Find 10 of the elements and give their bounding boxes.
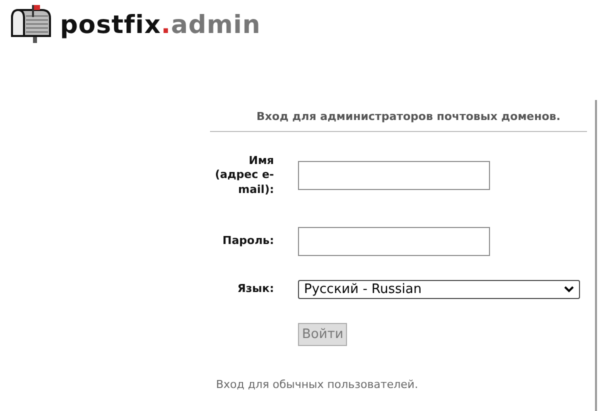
field-label: Пароль: xyxy=(222,234,274,249)
chevron-down-icon xyxy=(564,286,574,293)
email-field[interactable] xyxy=(298,160,490,190)
login-title: Вход для администраторов почтовых доменов. xyxy=(256,110,562,125)
field-label: Язык: xyxy=(236,282,274,297)
user-login-link[interactable]: Вход для обычных пользователей. xyxy=(216,378,595,391)
field-label: Имя (адрес e-mail): xyxy=(214,154,274,197)
language-select[interactable]: Русский - Russian xyxy=(298,280,580,299)
logo-text: postfix.admin xyxy=(60,10,261,38)
password-field[interactable] xyxy=(298,226,490,256)
